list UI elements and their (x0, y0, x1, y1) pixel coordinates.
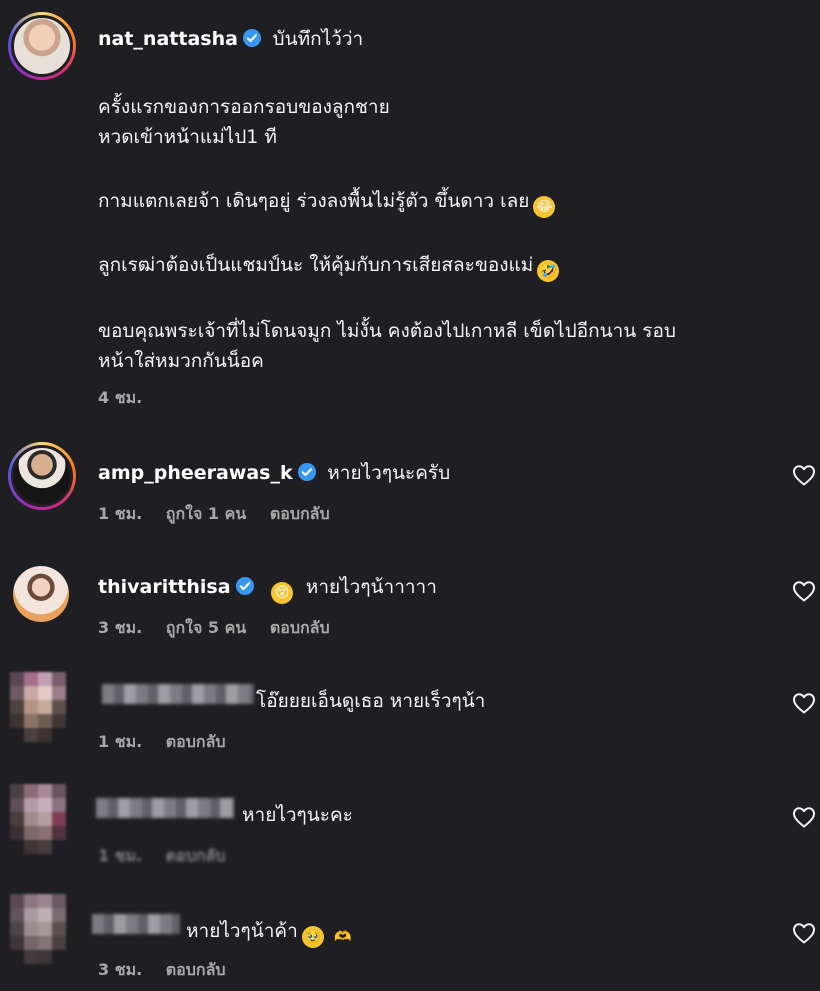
comment-username[interactable]: thivaritthisa (98, 576, 231, 598)
caption-line: หวดเข้าหน้าแม่ไป1 ที (98, 126, 277, 148)
astonished-emoji-icon: 😵 (271, 582, 294, 604)
caption-line: ครั้งแรกของการออกรอบของลูกชาย (98, 96, 390, 118)
heart-hands-emoji-icon: 🫶 (334, 929, 352, 945)
comment-text: หายไวๆนะคะ (242, 804, 353, 826)
comment-avatar[interactable] (10, 894, 74, 972)
post-header-text: บันทึกไว้ว่า (272, 28, 364, 50)
blurred-username (102, 684, 254, 704)
reply-button[interactable]: ตอบกลับ (270, 618, 330, 637)
blurred-username (96, 798, 234, 818)
comment-header: thivaritthisa 😵 หายไวๆน้าาาาา (98, 572, 437, 604)
reply-button[interactable]: ตอบกลับ (166, 846, 226, 865)
caption-line: กามแตกเลยจ้า เดินๆอยู่ ร่วงลงพื้นไม่รู้ต… (98, 186, 556, 218)
comment-avatar[interactable] (10, 672, 74, 750)
like-heart-icon[interactable] (792, 692, 816, 714)
verified-badge-icon (235, 577, 254, 595)
laughing-emoji-icon: 😂 (533, 196, 556, 218)
comment-header: amp_pheerawas_k หายไวๆนะครับ (98, 458, 450, 488)
comment-time: 1 ชม. (98, 846, 143, 865)
reply-button[interactable]: ตอบกลับ (166, 960, 226, 979)
blurred-username (92, 914, 180, 934)
comment-avatar[interactable] (8, 442, 76, 510)
post-author-username[interactable]: nat_nattasha (98, 28, 238, 50)
comment-likes[interactable]: ถูกใจ 1 คน (166, 504, 246, 523)
verified-badge-icon (242, 29, 261, 47)
comment-text: หายไวๆน้าค้า (186, 920, 298, 942)
verified-badge-icon (297, 463, 316, 481)
post-author-row: nat_nattasha บันทึกไว้ว่า (98, 24, 363, 54)
comment-time: 1 ชม. (98, 732, 143, 751)
caption-line: หน้าใส่หมวกกันน็อค (98, 350, 264, 372)
pleading-face-emoji-icon: 🥹 (301, 926, 324, 948)
comment-meta: 1 ชม. ตอบกลับ (98, 844, 244, 869)
comment-meta: 1 ชม. ถูกใจ 1 คน ตอบกลับ (98, 502, 348, 527)
comment-text: โอ๊ยยยเอ็นดูเธอ หายเร็วๆน้า (256, 690, 486, 712)
reply-button[interactable]: ตอบกลับ (166, 732, 226, 751)
comment-username[interactable]: amp_pheerawas_k (98, 462, 293, 484)
comment-text: หายไวๆนะครับ (327, 462, 451, 484)
comment-meta: 3 ชม. ตอบกลับ (98, 958, 244, 983)
comment-meta: 3 ชม. ถูกใจ 5 คน ตอบกลับ (98, 616, 348, 641)
like-heart-icon[interactable] (792, 580, 816, 602)
comment-time: 3 ชม. (98, 960, 143, 979)
post-time: 4 ชม. (98, 388, 143, 407)
caption-line: ลูกเรฒ่าต้องเป็นแชมป์นะ ให้คุ้มกับการเสี… (98, 250, 560, 282)
comment-avatar[interactable] (10, 784, 74, 862)
comment-meta: 1 ชม. ตอบกลับ (98, 730, 244, 755)
post-author-avatar[interactable] (8, 12, 76, 80)
caption-line: ขอบคุณพระเจ้าที่ไม่โดนจมูก ไม่งั้น คงต้อ… (98, 320, 676, 342)
comment-text: หายไวๆน้าาาาา (305, 576, 437, 598)
like-heart-icon[interactable] (792, 922, 816, 944)
like-heart-icon[interactable] (792, 806, 816, 828)
like-heart-icon[interactable] (792, 464, 816, 486)
reply-button[interactable]: ตอบกลับ (270, 504, 330, 523)
comment-avatar[interactable] (13, 566, 69, 622)
comment-row: หายไวๆน้าค้า 🥹 🫶 (186, 916, 354, 948)
comment-time: 1 ชม. (98, 504, 143, 523)
comment-time: 3 ชม. (98, 618, 143, 637)
rofl-emoji-icon: 🤣 (537, 260, 560, 282)
comment-likes[interactable]: ถูกใจ 5 คน (166, 618, 246, 637)
